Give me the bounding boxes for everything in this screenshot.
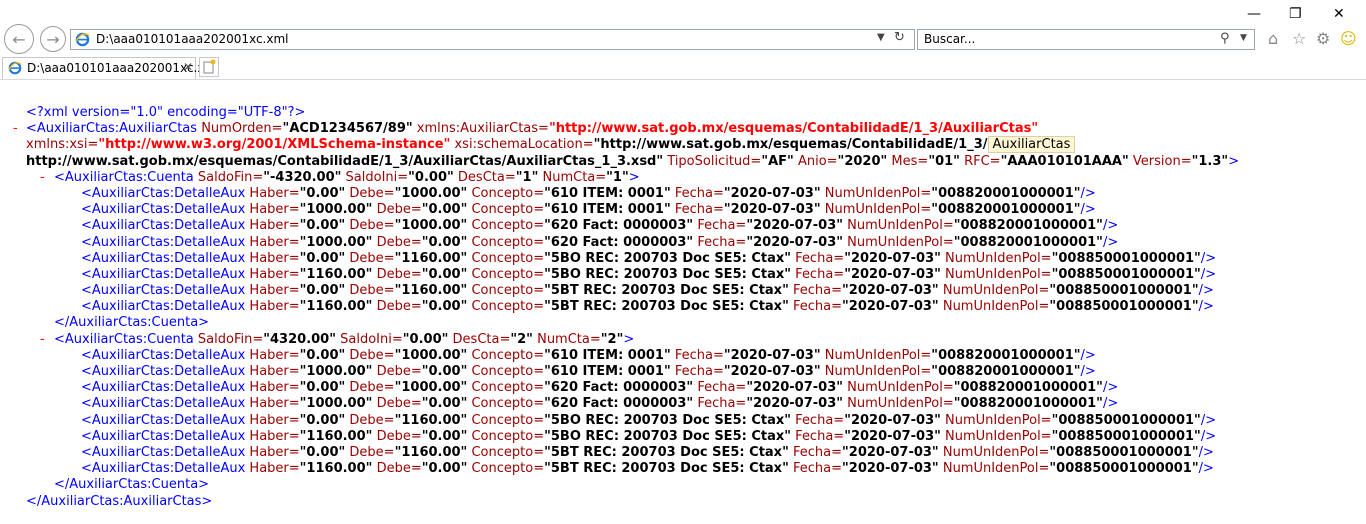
star-icon[interactable]: ☆ <box>1292 29 1306 48</box>
detalle-aux-line: <AuxiliarCtas:DetalleAux Haber="0.00" De… <box>81 283 1214 299</box>
detalle-aux-line: <AuxiliarCtas:DetalleAux Haber="1000.00"… <box>81 364 1096 379</box>
minimize-icon[interactable]: — <box>1247 6 1261 22</box>
collapse-toggle[interactable]: - <box>13 121 18 137</box>
forward-arrow-icon[interactable]: → <box>40 26 66 52</box>
detalle-aux-line: <AuxiliarCtas:DetalleAux Haber="1160.00"… <box>81 299 1214 315</box>
detalle-aux-line: <AuxiliarCtas:DetalleAux Haber="0.00" De… <box>81 347 1096 363</box>
detalle-aux-line: <AuxiliarCtas:DetalleAux Haber="0.00" De… <box>81 218 1119 234</box>
cuenta-open-line: - <AuxiliarCtas:Cuenta SaldoFin="4320.00"… <box>40 331 635 348</box>
new-tab-button[interactable] <box>199 57 219 77</box>
detalle-aux-line: <AuxiliarCtas:DetalleAux Haber="1160.00"… <box>81 266 1217 282</box>
smiley-icon[interactable]: ☺ <box>1340 29 1357 48</box>
xml-declaration: <?xml version="1.0" encoding="UTF-8"?> <box>26 105 306 120</box>
tab-current[interactable]: D:\aaa010101aaa202001xc.x... ✕ <box>2 57 216 79</box>
detalle-aux-line: <AuxiliarCtas:DetalleAux Haber="1000.00"… <box>81 396 1119 412</box>
ie-logo-icon <box>75 32 90 47</box>
detalle-aux-line: <AuxiliarCtas:DetalleAux Haber="0.00" De… <box>81 412 1217 428</box>
search-dropdown-icon[interactable]: ▼ <box>1240 33 1247 43</box>
chrome-divider <box>0 79 1366 80</box>
detalle-aux-line: <AuxiliarCtas:DetalleAux Haber="0.00" De… <box>81 380 1119 396</box>
gear-icon[interactable]: ⚙ <box>1316 29 1330 48</box>
detalle-aux-line: <AuxiliarCtas:DetalleAux Haber="1000.00"… <box>81 234 1119 250</box>
cuenta-close-line: </AuxiliarCtas:Cuenta> <box>54 477 210 493</box>
detalle-aux-line: <AuxiliarCtas:DetalleAux Haber="0.00" De… <box>81 444 1214 460</box>
xml-root-attrs-line: xmlns:xsi="http://www.w3.org/2001/XMLSch… <box>0 136 1366 154</box>
home-icon[interactable]: ⌂ <box>1268 29 1278 48</box>
restore-icon[interactable]: ❐ <box>1289 6 1302 22</box>
detalle-aux-line: <AuxiliarCtas:DetalleAux Haber="0.00" De… <box>81 250 1217 266</box>
detalle-aux-line: <AuxiliarCtas:DetalleAux Haber="1160.00"… <box>81 461 1214 477</box>
tooltip: AuxiliarCtas <box>987 136 1076 154</box>
detalle-aux-line: <AuxiliarCtas:DetalleAux Haber="1160.00"… <box>81 428 1217 444</box>
detalle-aux-line: <AuxiliarCtas:DetalleAux Haber="0.00" De… <box>81 185 1096 201</box>
back-arrow-icon[interactable]: ← <box>4 24 34 54</box>
collapse-toggle[interactable]: - <box>40 170 45 186</box>
xml-document: <?xml version="1.0" encoding="UTF-8"?> -… <box>0 105 1366 510</box>
cuentas-container: - <AuxiliarCtas:Cuenta SaldoFin="-4320.00… <box>0 170 1366 494</box>
xml-root-close: </AuxiliarCtas:AuxiliarCtas> <box>26 493 213 509</box>
xml-root-open-line: - <AuxiliarCtas:AuxiliarCtas NumOrden="AC… <box>13 121 1039 137</box>
refresh-icon[interactable]: ↻ <box>894 30 905 45</box>
cuenta-open-line: - <AuxiliarCtas:Cuenta SaldoFin="-4320.00… <box>40 169 640 186</box>
address-url[interactable]: D:\aaa010101aaa202001xc.xml <box>96 32 289 46</box>
tab-bar: D:\aaa010101aaa202001xc.x... ✕ <box>0 55 1366 80</box>
ie-logo-icon <box>8 61 22 75</box>
search-box[interactable]: ⚲ ▼ <box>917 29 1255 50</box>
search-icon[interactable]: ⚲ <box>1220 31 1230 46</box>
browser-chrome: — ❐ ✕ ← → D:\aaa010101aaa202001xc.xml ▼ … <box>0 0 1366 80</box>
address-bar[interactable]: D:\aaa010101aaa202001xc.xml ▼ ↻ <box>70 29 915 50</box>
search-input[interactable] <box>924 32 1204 46</box>
xml-root-attrs-line-2: http://www.sat.gob.mx/esquemas/Contabili… <box>26 153 1240 169</box>
cuenta-close-line: </AuxiliarCtas:Cuenta> <box>54 315 210 331</box>
detalle-aux-line: <AuxiliarCtas:DetalleAux Haber="1000.00"… <box>81 202 1096 218</box>
new-tab-icon <box>203 59 216 74</box>
tab-close-icon[interactable]: ✕ <box>183 60 193 74</box>
chevron-down-icon[interactable]: ▼ <box>877 32 885 43</box>
close-window-icon[interactable]: ✕ <box>1333 6 1345 22</box>
collapse-toggle[interactable]: - <box>40 332 45 348</box>
